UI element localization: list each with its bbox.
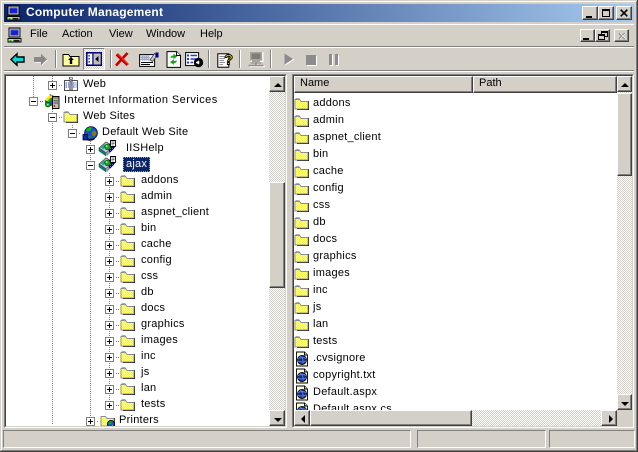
svg-text:?: ? — [224, 53, 233, 69]
